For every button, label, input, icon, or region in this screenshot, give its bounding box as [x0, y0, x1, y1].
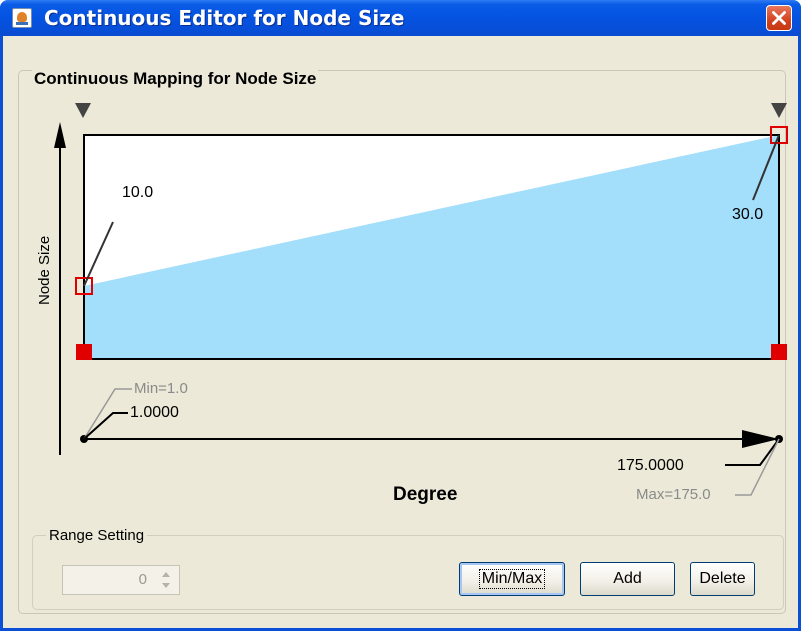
spin-down-icon[interactable]: [155, 580, 177, 592]
y-axis-label: Node Size: [36, 235, 53, 305]
min-max-button[interactable]: Min/Max: [459, 562, 565, 596]
close-button[interactable]: [766, 5, 792, 31]
left-point-value: 10.0: [122, 184, 154, 201]
right-point-value: 30.0: [732, 206, 764, 223]
title-bar[interactable]: Continuous Editor for Node Size: [0, 0, 801, 36]
max-label: Max=175.0: [636, 486, 711, 503]
x-axis-label: Degree: [393, 484, 458, 505]
java-cup-icon: [12, 8, 32, 28]
min-max-button-label: Min/Max: [478, 569, 546, 589]
delete-button[interactable]: Delete: [690, 562, 755, 596]
add-button[interactable]: Add: [580, 562, 675, 596]
range-setting-title: Range Setting: [46, 527, 148, 544]
delete-button-label: Delete: [699, 570, 746, 587]
range-spinner-value: 0: [138, 571, 147, 588]
min-value: 1.0000: [130, 404, 179, 421]
add-button-label: Add: [613, 570, 642, 587]
spinner-arrows: [155, 568, 177, 592]
min-label: Min=1.0: [134, 380, 188, 397]
spin-up-icon[interactable]: [155, 568, 177, 580]
close-x-icon: [772, 11, 786, 25]
window-title: Continuous Editor for Node Size: [44, 6, 405, 30]
range-spinner[interactable]: 0: [62, 565, 180, 595]
max-value: 175.0000: [617, 457, 684, 474]
mapping-panel-title: Continuous Mapping for Node Size: [32, 69, 319, 89]
